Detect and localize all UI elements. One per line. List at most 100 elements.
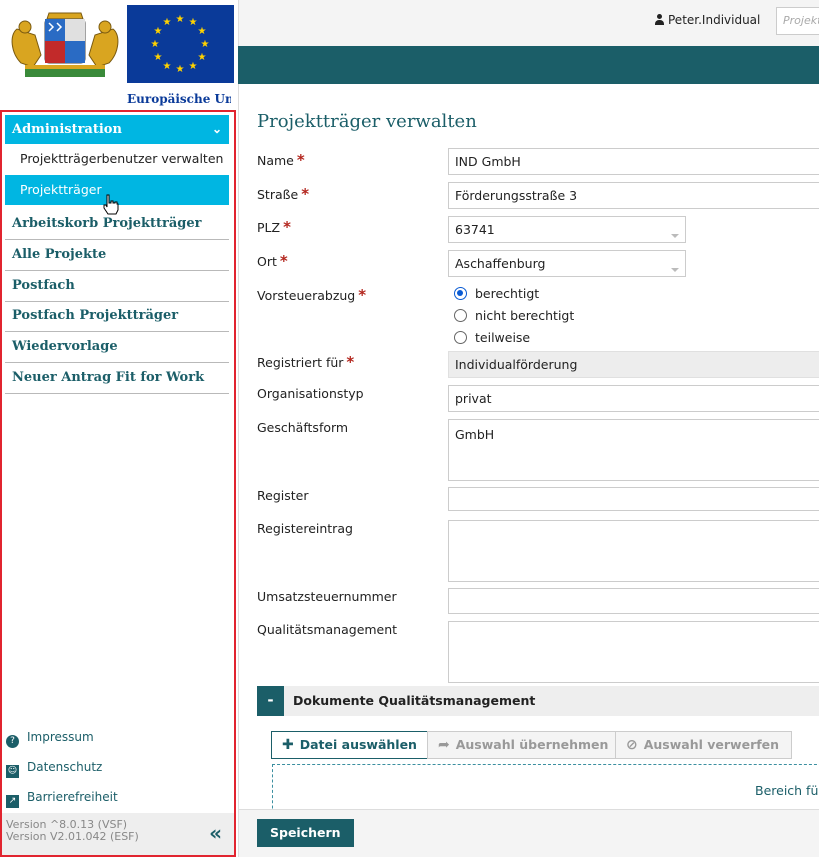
question-circle-icon: ?: [6, 735, 19, 748]
hand-pointer-cursor-icon: [103, 194, 119, 215]
ban-icon: ⊘: [626, 737, 638, 753]
id-badge-icon: ☺: [6, 765, 19, 778]
label-registereintrag: Registereintrag: [257, 521, 353, 536]
strasse-field[interactable]: Förderungsstraße 3: [448, 182, 819, 209]
radio-label: teilweise: [475, 330, 531, 345]
footer-link-label: Barrierefreiheit: [27, 790, 118, 804]
dropzone-text: Bereich für: [755, 783, 819, 798]
svg-text:★: ★: [176, 64, 185, 75]
bavaria-coat-of-arms-logo: [5, 5, 125, 83]
dropdown-caret-icon: [671, 268, 679, 272]
save-button[interactable]: Speichern: [257, 819, 354, 847]
svg-text:★: ★: [198, 26, 207, 37]
nav-item-neuer-antrag[interactable]: Neuer Antrag Fit for Work: [5, 363, 229, 394]
user-menu[interactable]: Peter.Individual: [655, 13, 760, 27]
label-plz: PLZ *: [257, 218, 291, 236]
registriert-fuer-field: Individualförderung: [448, 351, 819, 378]
radio-label: nicht berechtigt: [475, 308, 575, 323]
plz-value: 63741: [455, 222, 495, 237]
header-band: [238, 46, 819, 84]
radio-empty-icon[interactable]: [454, 331, 467, 344]
svg-text:★: ★: [189, 17, 198, 28]
collapse-sidebar-icon[interactable]: «: [209, 823, 222, 843]
radio-teilweise[interactable]: teilweise: [454, 330, 530, 345]
svg-text:★: ★: [189, 61, 198, 72]
organisationstyp-field[interactable]: privat: [448, 385, 819, 412]
geschaeftsform-textarea[interactable]: GmbH: [448, 419, 819, 481]
footer-link-impressum[interactable]: ? Impressum: [6, 727, 94, 748]
sidebar: ★ ★ ★ ★ ★ ★ ★ ★ ★ ★ ★ ★ Europäische Uni …: [0, 0, 237, 857]
footer-link-datenschutz[interactable]: ☺ Datenschutz: [6, 757, 103, 778]
footer-link-barrierefreiheit[interactable]: ↗ Barrierefreiheit: [6, 787, 118, 808]
registereintrag-textarea[interactable]: [448, 520, 819, 582]
username: Peter.Individual: [668, 13, 761, 27]
name-field[interactable]: IND GmbH: [448, 148, 819, 175]
svg-text:★: ★: [198, 52, 207, 63]
plus-icon: ✚: [282, 737, 294, 753]
label-strasse: Straße *: [257, 185, 309, 203]
umsatzsteuernummer-field[interactable]: [448, 588, 819, 614]
user-icon: [655, 14, 664, 25]
label-text: Straße: [257, 187, 299, 202]
radio-selected-icon[interactable]: [454, 287, 467, 300]
plz-select[interactable]: 63741: [448, 216, 686, 243]
nav-item-wiedervorlage[interactable]: Wiedervorlage: [5, 332, 229, 363]
version-box: Version ^8.0.13 (VSF) Version V2.01.042 …: [2, 813, 234, 855]
ort-select[interactable]: Aschaffenburg: [448, 250, 686, 277]
required-marker: *: [279, 252, 288, 270]
logo-area: ★ ★ ★ ★ ★ ★ ★ ★ ★ ★ ★ ★: [5, 5, 234, 105]
nav-item-postfach[interactable]: Postfach: [5, 271, 229, 302]
dropdown-caret-icon: [671, 234, 679, 238]
radio-berechtigt[interactable]: berechtigt: [454, 286, 539, 301]
nav-subitem-projekttraegerbenutzer[interactable]: Projektträgerbenutzer verwalten: [5, 144, 229, 174]
ort-value: Aschaffenburg: [455, 256, 546, 271]
button-label: Datei auswählen: [299, 737, 417, 752]
select-file-button[interactable]: ✚ Datei auswählen: [271, 731, 430, 759]
label-vorsteuerabzug: Vorsteuerabzug *: [257, 286, 366, 304]
nav-item-alle-projekte[interactable]: Alle Projekte: [5, 240, 229, 271]
label-geschaeftsform: Geschäftsform: [257, 420, 349, 435]
radio-nicht-berechtigt[interactable]: nicht berechtigt: [454, 308, 574, 323]
label-umsatzsteuernummer: Umsatzsteuernummer: [257, 589, 397, 604]
main-content: Projektträger verwalten Name * IND GmbH S…: [238, 84, 819, 857]
label-text: Name: [257, 153, 294, 168]
svg-text:★: ★: [163, 17, 172, 28]
collapse-section-button[interactable]: -: [257, 686, 284, 716]
label-name: Name *: [257, 151, 305, 169]
register-field[interactable]: [448, 487, 819, 511]
nav-item-postfach-projekttraeger[interactable]: Postfach Projektträger: [5, 301, 229, 332]
share-arrow-icon: ➦: [438, 737, 450, 753]
qualitaetsmanagement-textarea[interactable]: [448, 621, 819, 683]
svg-text:★: ★: [201, 39, 210, 50]
accessibility-icon: ↗: [6, 795, 19, 808]
discard-selection-button[interactable]: ⊘ Auswahl verwerfen: [615, 731, 793, 759]
chevron-down-icon[interactable]: ⌄: [212, 115, 222, 144]
required-marker: *: [346, 353, 355, 371]
documents-section-header: - Dokumente Qualitätsmanagement: [257, 686, 819, 716]
footer-link-label: Impressum: [27, 730, 94, 744]
svg-text:★: ★: [176, 14, 185, 25]
search-input[interactable]: Projekt: [776, 7, 819, 35]
radio-empty-icon[interactable]: [454, 309, 467, 322]
svg-text:★: ★: [154, 52, 163, 63]
label-ort: Ort *: [257, 252, 288, 270]
page-title: Projektträger verwalten: [257, 111, 477, 132]
label-text: Registriert für: [257, 355, 344, 370]
required-marker: *: [283, 218, 291, 236]
required-marker: *: [358, 286, 367, 304]
label-register: Register: [257, 488, 309, 503]
nav-section-label: Administration: [12, 122, 122, 137]
eu-flag-logo: ★ ★ ★ ★ ★ ★ ★ ★ ★ ★ ★ ★: [127, 5, 234, 83]
svg-text:★: ★: [151, 39, 160, 50]
eu-label: Europäische Uni: [127, 92, 231, 106]
apply-selection-button[interactable]: ➦ Auswahl übernehmen: [427, 731, 622, 759]
radio-label: berechtigt: [475, 286, 540, 301]
label-text: Vorsteuerabzug: [257, 288, 356, 303]
label-organisationstyp: Organisationstyp: [257, 386, 364, 401]
documents-section-title: Dokumente Qualitätsmanagement: [293, 693, 536, 708]
label-text: Ort: [257, 254, 277, 269]
footer-link-label: Datenschutz: [27, 760, 103, 774]
form-footer: Speichern: [239, 809, 819, 857]
label-text: PLZ: [257, 220, 281, 235]
nav-section-administration[interactable]: Administration ⌄: [5, 115, 229, 144]
